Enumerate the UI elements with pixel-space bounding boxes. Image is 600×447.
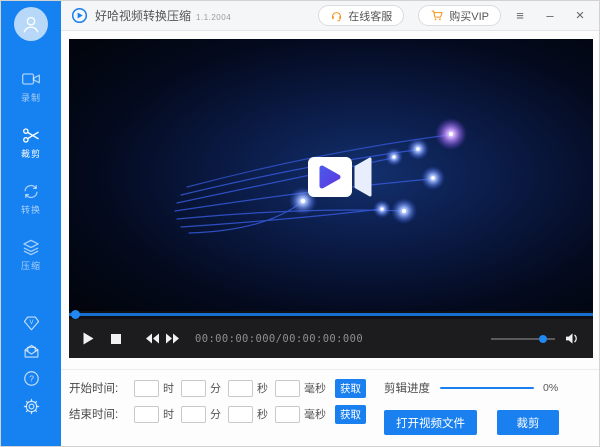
second-unit-label: 秒 bbox=[257, 406, 268, 422]
buy-vip-button-label: 购买VIP bbox=[449, 8, 489, 24]
end-time-row: 结束时间: 时 分 秒 毫秒 获取 bbox=[69, 405, 366, 423]
end-millisecond-input[interactable] bbox=[275, 406, 300, 423]
settings-gear-icon[interactable] bbox=[21, 397, 41, 416]
titlebar: 好哈视频转换压缩 1.1.2004 在线客服 购买VIP ≡ – × bbox=[61, 1, 600, 31]
close-button[interactable]: × bbox=[569, 5, 591, 27]
sidebar-item-label: 压缩 bbox=[21, 259, 41, 272]
app-window: 录制 裁剪 bbox=[0, 0, 600, 447]
end-minute-input[interactable] bbox=[181, 406, 206, 423]
trim-button[interactable]: 裁剪 bbox=[497, 410, 559, 435]
start-minute-input[interactable] bbox=[181, 380, 206, 397]
clip-progress-bar bbox=[440, 387, 534, 389]
sidebar-item-trim[interactable]: 裁剪 bbox=[1, 123, 61, 162]
second-unit-label: 秒 bbox=[257, 380, 268, 396]
hour-unit-label: 时 bbox=[163, 380, 174, 396]
sidebar-item-record[interactable]: 录制 bbox=[1, 67, 61, 106]
minute-unit-label: 分 bbox=[210, 380, 221, 396]
volume-slider[interactable] bbox=[491, 338, 555, 340]
player-controls: 00:00:00:000/00:00:00:000 bbox=[69, 319, 593, 358]
action-buttons-row: 打开视频文件 裁剪 bbox=[384, 410, 559, 435]
play-overlay-icon[interactable] bbox=[308, 157, 370, 197]
clip-action-panel: 剪辑进度 0% 打开视频文件 裁剪 bbox=[384, 381, 559, 435]
svg-text:V: V bbox=[29, 320, 33, 326]
sidebar-item-label: 转换 bbox=[21, 203, 41, 216]
app-version: 1.1.2004 bbox=[196, 13, 231, 22]
sidebar-item-label: 裁剪 bbox=[21, 147, 41, 160]
seek-track[interactable] bbox=[69, 313, 593, 316]
sidebar-nav: 录制 裁剪 bbox=[1, 67, 61, 291]
cart-icon bbox=[430, 9, 444, 22]
hour-unit-label: 时 bbox=[163, 406, 174, 422]
start-time-row: 开始时间: 时 分 秒 毫秒 获取 bbox=[69, 379, 366, 397]
app-logo-icon bbox=[71, 7, 88, 24]
clip-progress-row: 剪辑进度 0% bbox=[384, 381, 559, 395]
vip-diamond-icon[interactable]: V bbox=[21, 313, 41, 332]
layers-icon bbox=[21, 237, 41, 257]
convert-arrows-icon bbox=[21, 181, 41, 201]
menu-button[interactable]: ≡ bbox=[509, 5, 531, 27]
support-button-label: 在线客服 bbox=[348, 8, 392, 24]
volume-handle[interactable] bbox=[539, 335, 547, 343]
clip-time-panel: 开始时间: 时 分 秒 毫秒 获取 结束时间: 时 分 秒 毫秒 bbox=[69, 379, 366, 431]
open-video-file-button[interactable]: 打开视频文件 bbox=[384, 410, 477, 435]
start-second-input[interactable] bbox=[228, 380, 253, 397]
start-time-label: 开始时间: bbox=[69, 380, 127, 396]
volume-icon[interactable] bbox=[565, 332, 580, 345]
sidebar-item-label: 录制 bbox=[21, 91, 41, 104]
mail-icon[interactable] bbox=[21, 341, 41, 360]
rewind-button[interactable] bbox=[146, 333, 159, 344]
main-content: 00:00:00:000/00:00:00:000 bbox=[61, 31, 600, 447]
millisecond-unit-label: 毫秒 bbox=[304, 380, 326, 396]
record-camera-icon bbox=[21, 69, 41, 89]
stop-button[interactable] bbox=[111, 334, 121, 344]
scissors-icon bbox=[21, 125, 41, 145]
seek-handle[interactable] bbox=[71, 310, 80, 319]
sidebar-item-compress[interactable]: 压缩 bbox=[1, 235, 61, 274]
video-preview[interactable] bbox=[69, 39, 593, 311]
clip-progress-value: 0% bbox=[543, 382, 558, 394]
svg-text:?: ? bbox=[29, 374, 34, 384]
support-button[interactable]: 在线客服 bbox=[318, 5, 404, 26]
clip-progress-label: 剪辑进度 bbox=[384, 380, 430, 396]
time-display: 00:00:00:000/00:00:00:000 bbox=[195, 333, 363, 345]
panel-divider bbox=[61, 369, 600, 370]
start-hour-input[interactable] bbox=[134, 380, 159, 397]
seek-bar[interactable] bbox=[69, 311, 593, 319]
fast-forward-button[interactable] bbox=[166, 333, 179, 344]
end-hour-input[interactable] bbox=[134, 406, 159, 423]
get-end-time-button[interactable]: 获取 bbox=[335, 405, 366, 424]
play-button[interactable] bbox=[82, 332, 94, 345]
avatar[interactable] bbox=[14, 7, 48, 41]
get-start-time-button[interactable]: 获取 bbox=[335, 379, 366, 398]
volume-group bbox=[491, 332, 580, 345]
minimize-button[interactable]: – bbox=[539, 5, 561, 27]
video-preview-image bbox=[69, 39, 593, 311]
start-millisecond-input[interactable] bbox=[275, 380, 300, 397]
end-time-label: 结束时间: bbox=[69, 406, 127, 422]
user-icon bbox=[20, 13, 42, 35]
sidebar: 录制 裁剪 bbox=[1, 1, 61, 447]
headset-icon bbox=[330, 9, 343, 22]
sidebar-item-convert[interactable]: 转换 bbox=[1, 179, 61, 218]
end-second-input[interactable] bbox=[228, 406, 253, 423]
buy-vip-button[interactable]: 购买VIP bbox=[418, 5, 501, 26]
video-player: 00:00:00:000/00:00:00:000 bbox=[69, 39, 593, 358]
help-icon[interactable]: ? bbox=[21, 369, 41, 388]
millisecond-unit-label: 毫秒 bbox=[304, 406, 326, 422]
app-title: 好哈视频转换压缩 bbox=[95, 7, 191, 24]
minute-unit-label: 分 bbox=[210, 406, 221, 422]
sidebar-tools: V ? bbox=[21, 313, 41, 447]
